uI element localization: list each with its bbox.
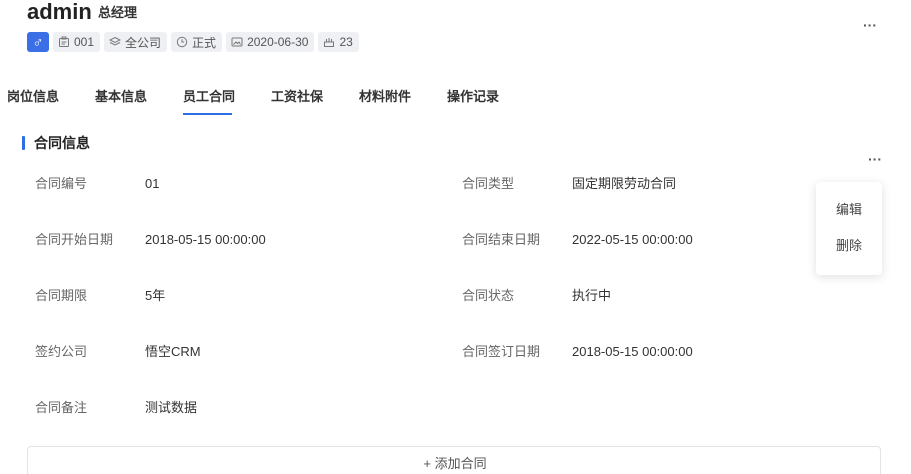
section-accent-bar [22,136,25,150]
tag-text: 全公司 [125,35,162,50]
contract-number-value: 01 [145,176,160,191]
tab-salary-insurance[interactable]: 工资社保 [271,89,323,105]
add-contract-label: + 添加合同 [423,456,487,471]
tag-text: 正式 [192,35,217,50]
tab-position-info[interactable]: 岗位信息 [7,89,59,105]
department-tag: 全公司 [104,32,168,52]
delete-menu-item[interactable]: 删除 [816,238,882,254]
employee-tags: ♂ 001 全公司 正式 2020-06-30 23 [27,32,359,52]
image-icon [231,37,243,47]
contract-type-value: 固定期限劳动合同 [572,176,677,191]
contract-status-value: 执行中 [572,288,612,303]
section-title: 合同信息 [34,135,90,151]
male-icon: ♂ [27,32,49,52]
contract-start-value: 2018-05-15 00:00:00 [145,232,266,247]
employee-number-tag: 001 [53,32,101,52]
contract-term-label: 合同期限 [35,288,88,303]
contract-status-label: 合同状态 [462,288,515,303]
employee-role: 总经理 [98,5,138,20]
tab-employee-contract[interactable]: 员工合同 [183,89,235,105]
tag-text: 23 [339,35,353,49]
cake-icon [324,38,335,47]
tab-attachments[interactable]: 材料附件 [359,89,411,105]
tag-text: 001 [74,35,95,49]
contract-end-value: 2022-05-15 00:00:00 [572,232,693,247]
contract-term-value: 5年 [145,288,166,303]
signing-date-label: 合同签订日期 [462,344,541,359]
header-more-button[interactable]: ··· [860,17,880,36]
clock-icon [176,36,188,48]
tag-text: 2020-06-30 [247,35,309,49]
contract-end-label: 合同结束日期 [462,232,541,247]
ellipsis-icon: ··· [868,151,882,167]
signing-date-value: 2018-05-15 00:00:00 [572,344,693,359]
section-actions-menu: 编辑 删除 [816,182,882,275]
layers-icon [109,36,122,46]
ellipsis-icon: ··· [863,17,877,33]
tab-bar: 岗位信息 基本信息 员工合同 工资社保 材料附件 操作记录 [0,80,911,116]
hire-date-tag: 2020-06-30 [226,32,315,52]
section-more-button[interactable]: ··· [865,152,885,169]
tab-operation-log[interactable]: 操作记录 [447,89,499,105]
add-contract-button[interactable]: + 添加合同 [27,446,881,474]
id-card-icon [59,36,69,47]
active-tab-indicator [183,113,232,115]
contract-start-label: 合同开始日期 [35,232,114,247]
contract-number-label: 合同编号 [35,176,88,191]
signing-company-label: 签约公司 [35,344,88,359]
edit-menu-item[interactable]: 编辑 [816,202,882,218]
employee-name: admin [27,0,92,24]
signing-company-value: 悟空CRM [145,344,201,359]
tab-basic-info[interactable]: 基本信息 [95,89,147,105]
contract-type-label: 合同类型 [462,176,515,191]
contract-remark-label: 合同备注 [35,400,88,415]
employment-status-tag: 正式 [171,32,223,52]
contract-remark-value: 测试数据 [145,400,198,415]
age-tag: 23 [318,32,359,52]
